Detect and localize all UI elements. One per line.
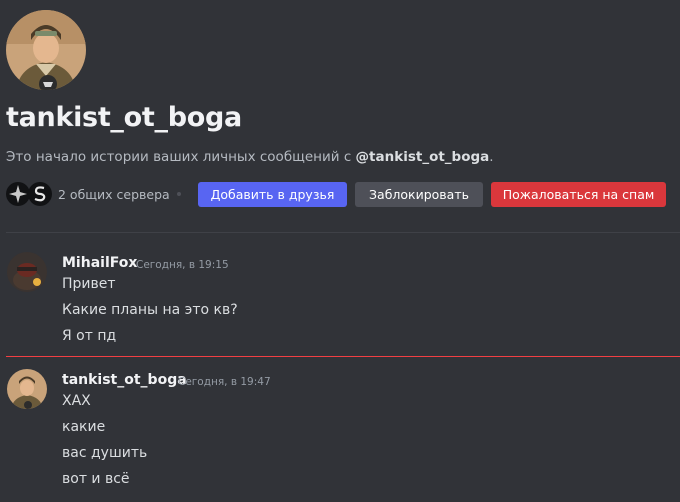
- avatar[interactable]: [7, 252, 47, 292]
- message-text: Я от пд: [62, 328, 117, 344]
- message-timestamp: Сегодня, в 19:47: [178, 376, 271, 388]
- server-icon-1[interactable]: [6, 182, 30, 206]
- message-text: Какие планы на это кв?: [62, 302, 238, 318]
- message-text: ХАХ: [62, 393, 91, 409]
- message-timestamp: Сегодня, в 19:15: [136, 259, 229, 271]
- server-icon-2[interactable]: [28, 182, 52, 206]
- message-author[interactable]: tankist_ot_boga: [62, 372, 187, 388]
- user-mention[interactable]: @tankist_ot_boga: [356, 149, 490, 165]
- message-text: вас душить: [62, 445, 148, 461]
- avatar[interactable]: [7, 369, 47, 409]
- report-spam-button[interactable]: Пожаловаться на спам: [491, 182, 666, 207]
- profile-username: tankist_ot_boga: [6, 102, 242, 133]
- message-author[interactable]: MihailFox: [62, 255, 137, 271]
- add-friend-button[interactable]: Добавить в друзья: [198, 182, 347, 207]
- block-button[interactable]: Заблокировать: [355, 182, 483, 207]
- profile-avatar[interactable]: [6, 10, 86, 90]
- message-text: Привет: [62, 276, 116, 292]
- new-messages-divider: [6, 356, 680, 357]
- section-divider: [6, 232, 680, 233]
- mutual-servers-link[interactable]: 2 общих сервера: [58, 187, 170, 202]
- intro-text: Это начало истории ваших личных сообщени…: [6, 149, 356, 165]
- message-text: вот и всё: [62, 471, 130, 487]
- message-text: какие: [62, 419, 106, 435]
- separator-dot: [177, 192, 181, 196]
- dm-intro-text: Это начало истории ваших личных сообщени…: [6, 149, 494, 165]
- intro-end: .: [489, 149, 494, 165]
